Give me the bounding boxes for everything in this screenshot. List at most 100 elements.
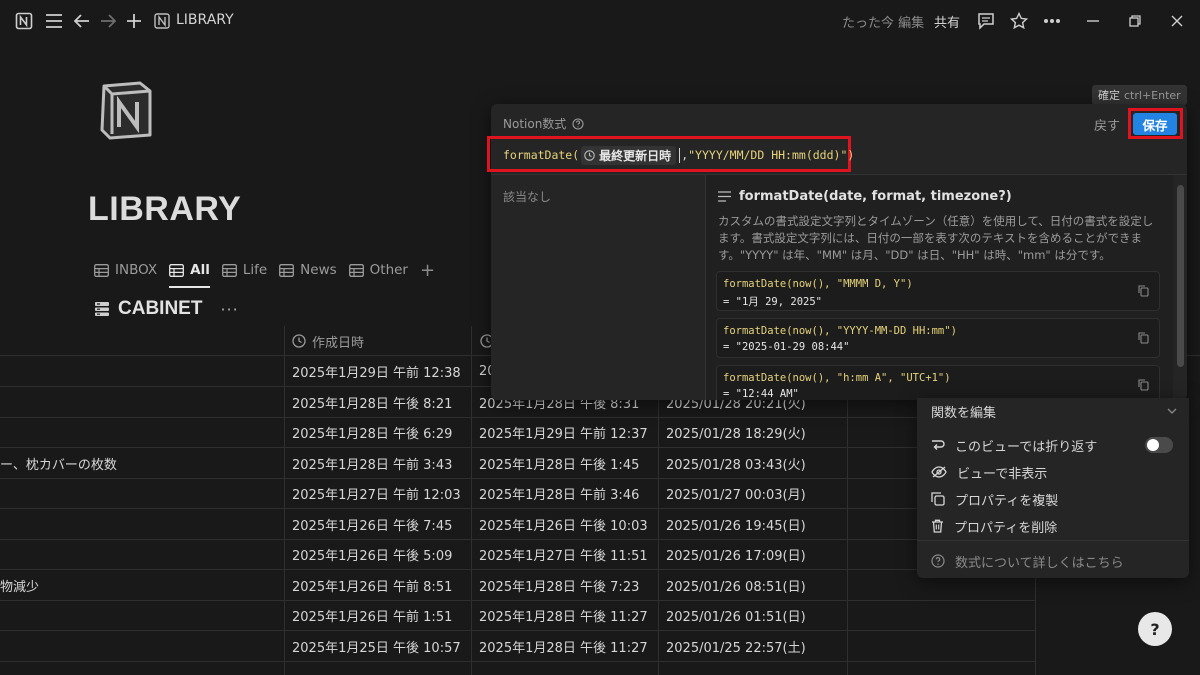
scrollbar-thumb[interactable] — [1177, 185, 1184, 367]
example-code: formatDate(now(), "MMMM D, Y") — [723, 278, 913, 290]
help-button[interactable]: ? — [1138, 612, 1172, 646]
table-icon — [94, 263, 109, 277]
table-cell-edited[interactable]: 2025年1月28日 午後 7:23 — [471, 570, 658, 601]
page-title[interactable]: LIBRARY — [88, 190, 241, 229]
property-chip[interactable]: 最終更新日時 — [581, 145, 677, 165]
table-cell-created[interactable]: 2025年1月27日 午前 12:03 — [284, 478, 471, 509]
delete-property-item[interactable]: プロパティを削除 — [931, 515, 1057, 537]
database-icon — [94, 301, 110, 317]
table-cell-name[interactable] — [0, 539, 284, 570]
tab-life[interactable]: Life — [221, 256, 267, 284]
table-cell-formula[interactable]: 2025/01/25 22:57(土) — [658, 631, 847, 662]
table-cell-created[interactable]: 2025年1月26日 午後 7:45 — [284, 509, 471, 540]
table-cell-created[interactable]: 2025年1月28日 午後 6:29 — [284, 417, 471, 448]
table-cell-created[interactable]: 2025年1月28日 午前 3:43 — [284, 448, 471, 479]
table-row[interactable]: 2025年1月25日 午後 10:57 2025年1月28日 午後 11:27 20… — [0, 631, 1036, 662]
scrollbar[interactable] — [1173, 175, 1187, 400]
table-cell-created[interactable]: 2025年1月26日 午後 5:09 — [284, 539, 471, 570]
table-cell-formula[interactable]: 2025/01/26 01:51(日) — [658, 600, 847, 631]
menu-icon[interactable] — [44, 11, 64, 31]
table-row[interactable]: 2025年1月28日 午後 6:29 2025年1月29日 午前 12:37 202… — [0, 417, 1036, 448]
table-cell-created[interactable]: 2025年1月26日 午前 1:51 — [284, 600, 471, 631]
page-logo-icon[interactable] — [96, 80, 156, 140]
duplicate-property-item[interactable]: プロパティを複製 — [931, 488, 1058, 510]
table-cell-created[interactable]: 2025年1月25日 午後 10:57 — [284, 631, 471, 662]
comment-icon[interactable] — [976, 11, 996, 31]
table-cell-name[interactable] — [0, 631, 284, 662]
table-cell-formula[interactable]: 2025/01/28 18:29(火) — [658, 417, 847, 448]
revert-button[interactable]: 戻す — [1094, 115, 1120, 134]
table-cell-name[interactable] — [0, 509, 284, 540]
wrap-toggle[interactable] — [1145, 437, 1173, 453]
table-cell-name[interactable] — [0, 478, 284, 509]
favorite-star-icon[interactable] — [1009, 11, 1029, 31]
table-row[interactable]: 2025年1月26日 午後 5:09 2025年1月27日 午後 11:51 202… — [0, 539, 1036, 570]
table-cell-edited[interactable]: 2025年1月29日 午前 12:37 — [471, 417, 658, 448]
minimize-icon[interactable] — [1083, 11, 1103, 31]
table-cell-name[interactable] — [0, 600, 284, 631]
learn-formulas-link[interactable]: 数式について詳しくはこちら — [931, 550, 1124, 572]
save-button[interactable]: 保存 — [1133, 113, 1177, 135]
table-cell-formula[interactable]: 2025/01/28 03:43(火) — [658, 448, 847, 479]
formula-input[interactable]: formatDate( 最終更新日時 , "YYYY/MM/DD HH:mm(d… — [503, 145, 854, 165]
table-row[interactable]: 2025年1月26日 午前 1:51 2025年1月28日 午後 11:27 202… — [0, 600, 1036, 631]
table-cell-formula[interactable]: 2025/01/27 00:03(月) — [658, 478, 847, 509]
table-cell-formula[interactable]: 2025/01/26 08:51(日) — [658, 570, 847, 601]
table-row[interactable]: ー、枕カバーの枚数 2025年1月28日 午前 3:43 2025年1月28日 午後… — [0, 448, 1036, 479]
table-cell-edited[interactable]: 2025年1月28日 午後 11:27 — [471, 631, 658, 662]
close-icon[interactable] — [1167, 11, 1187, 31]
database-more-options[interactable]: ··· — [220, 300, 238, 319]
copy-icon[interactable] — [1138, 332, 1149, 344]
tab-news[interactable]: News — [279, 256, 337, 284]
copy-icon[interactable] — [1138, 285, 1149, 297]
table-cell-created[interactable]: 2025年1月28日 午後 8:21 — [284, 387, 471, 418]
top-bar: LIBRARY たった今 編集 共有 — [0, 0, 1200, 42]
forward-arrow-icon[interactable] — [98, 11, 118, 31]
table-cell-formula[interactable]: 2025/01/26 17:09(日) — [658, 539, 847, 570]
restore-icon[interactable] — [1125, 11, 1145, 31]
text-lines-icon — [718, 191, 731, 202]
wrap-in-view-item[interactable]: このビューでは折り返す — [931, 434, 1097, 456]
table-cell-name[interactable] — [0, 387, 284, 418]
table-cell-created[interactable]: 2025年1月29日 午前 12:38 — [284, 356, 471, 387]
table-cell-edited[interactable]: 2025年1月27日 午後 11:51 — [471, 539, 658, 570]
table-cell-name[interactable] — [0, 417, 284, 448]
tooltip-label: 確定 — [1098, 89, 1120, 102]
tab-other[interactable]: Other — [348, 256, 408, 284]
edit-function-item[interactable]: 関数を編集 — [931, 400, 1177, 422]
table-cell-edited[interactable]: 2025年1月28日 午後 1:45 — [471, 448, 658, 479]
column-header-created[interactable]: 作成日時 — [292, 326, 364, 356]
property-chip-label: 最終更新日時 — [599, 148, 672, 163]
tab-all[interactable]: All — [169, 256, 210, 288]
function-signature: formatDate(date, format, timezone?) — [739, 189, 1012, 204]
no-result-text: 該当なし — [503, 190, 552, 204]
table-cell-name[interactable] — [0, 356, 284, 387]
new-page-plus-icon[interactable] — [124, 11, 144, 31]
more-options-icon[interactable] — [1042, 11, 1062, 31]
table-cell-edited[interactable]: 2025年1月28日 午後 11:27 — [471, 600, 658, 631]
help-circle-icon[interactable] — [572, 117, 584, 130]
copy-icon[interactable] — [1138, 379, 1149, 391]
formula-function: formatDate( — [503, 148, 580, 162]
table-row[interactable]: 物減少 2025年1月26日 午前 8:51 2025年1月28日 午後 7:23 2… — [0, 570, 1036, 601]
table-cell-name[interactable]: 物減少 — [0, 570, 284, 601]
add-view-plus-icon[interactable]: + — [420, 260, 435, 281]
tab-inbox[interactable]: INBOX — [94, 256, 157, 284]
notion-logo-icon[interactable] — [14, 11, 34, 31]
back-arrow-icon[interactable] — [72, 11, 92, 31]
hide-in-view-item[interactable]: ビューで非表示 — [931, 461, 1047, 483]
share-button[interactable]: 共有 — [934, 12, 960, 31]
table-row[interactable]: 2025年1月26日 午後 7:45 2025年1月26日 午後 10:03 202… — [0, 509, 1036, 540]
table-cell-name[interactable]: ー、枕カバーの枚数 — [0, 448, 284, 479]
table-row[interactable]: 2025年1月27日 午前 12:03 2025年1月28日 午前 3:46 202… — [0, 478, 1036, 509]
tooltip-shortcut: ctrl+Enter — [1124, 88, 1181, 102]
database-title-text[interactable]: CABINET — [118, 298, 202, 320]
table-cell-edited[interactable]: 2025年1月26日 午後 10:03 — [471, 509, 658, 540]
column-divider — [284, 326, 285, 675]
table-cell-created[interactable]: 2025年1月26日 午前 8:51 — [284, 570, 471, 601]
table-cell-edited[interactable]: 2025年1月28日 午前 3:46 — [471, 478, 658, 509]
example-code: formatDate(now(), "YYYY-MM-DD HH:mm") — [723, 325, 957, 337]
example-code: formatDate(now(), "h:mm A", "UTC+1") — [723, 372, 951, 384]
breadcrumb[interactable]: LIBRARY — [176, 12, 234, 28]
table-cell-formula[interactable]: 2025/01/26 19:45(日) — [658, 509, 847, 540]
